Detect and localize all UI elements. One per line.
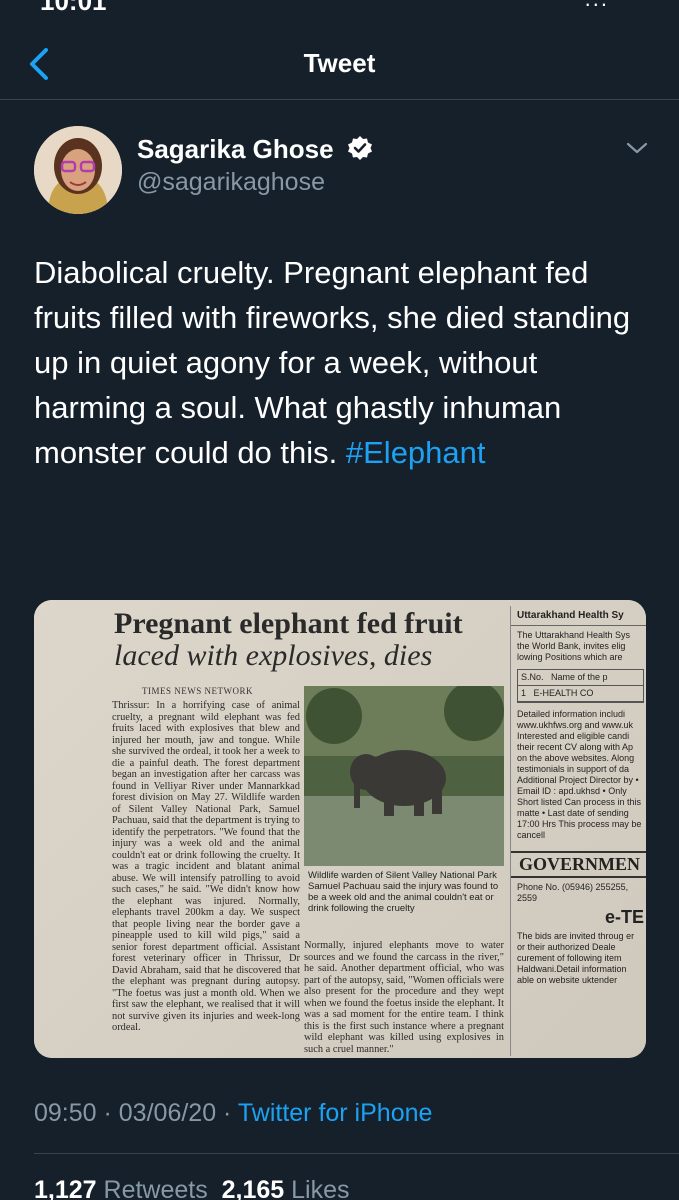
ad-header: Uttarakhand Health Sy [511, 606, 646, 626]
ad-row-number: 1 [521, 688, 527, 698]
tweet-date: 03/06/20 [118, 1099, 217, 1127]
ad-table: S.No. Name of the p 1 E-HEALTH CO [517, 669, 644, 703]
chevron-down-icon [626, 142, 648, 154]
tweet-image[interactable]: Pregnant elephant fed fruit laced with e… [34, 600, 646, 1058]
newspaper-left-column: Thrissur: In a horrifying case of animal… [112, 700, 300, 1033]
retweets-count: 1,127 [34, 1176, 97, 1200]
tweet-header: Tweet [0, 20, 679, 100]
ad-phone: Phone No. (05946) 255255, 2559 [517, 882, 629, 903]
tweet-source-link[interactable]: Twitter for iPhone [238, 1099, 433, 1127]
ad-government-heading: GOVERNMEN [511, 851, 646, 878]
likes-label: Likes [291, 1176, 350, 1200]
retweets-stat[interactable]: 1,127 Retweets [34, 1176, 208, 1200]
status-signal: ... [585, 0, 609, 12]
likes-stat[interactable]: 2,165 Likes [222, 1176, 350, 1200]
tweet-time: 09:50 [34, 1099, 97, 1127]
ad-intro: The Uttarakhand Health Sys the World Ban… [517, 630, 631, 662]
elephant-photo [304, 681, 504, 866]
meta-separator: · [216, 1099, 238, 1127]
tweet-metadata: 09:50 · 03/06/20 · Twitter for iPhone [34, 1099, 432, 1128]
newspaper-middle-column: Normally, injured elephants move to wate… [304, 940, 504, 1055]
tweet-author: Sagarika Ghose @sagarikaghose [34, 126, 654, 226]
page-title: Tweet [303, 48, 376, 78]
meta-separator: · [96, 1099, 119, 1127]
photo-caption: Wildlife warden of Silent Valley Nationa… [308, 870, 499, 914]
tweet-body: Diabolical cruelty. Pregnant elephant fe… [34, 255, 631, 470]
likes-count: 2,165 [221, 1176, 285, 1200]
author-display-name[interactable]: Sagarika Ghose [137, 134, 373, 168]
status-bar: 10:01 ... [0, 0, 679, 16]
tweet-stats: 1,127 Retweets 2,165 Likes [34, 1176, 350, 1200]
ad-etender-heading: e-TE [604, 907, 644, 927]
retweets-label: Retweets [103, 1176, 208, 1200]
verified-badge-icon [347, 135, 373, 168]
ad-col-sno: S.No. [521, 672, 544, 682]
hashtag-link[interactable]: #Elephant [346, 435, 486, 470]
newspaper-byline: TIMES NEWS NETWORK [142, 686, 253, 696]
status-time: 10:01 [40, 0, 107, 16]
ad-row-value: E-HEALTH CO [533, 688, 594, 698]
newspaper-advertisement: Uttarakhand Health Sy The Uttarakhand He… [510, 606, 646, 1056]
divider [34, 1153, 679, 1154]
ad-table-header: S.No. Name of the p [518, 670, 643, 686]
headline-line-2: laced with explosives, dies [114, 639, 433, 672]
avatar-image [34, 126, 122, 214]
author-name-text: Sagarika Ghose [137, 134, 334, 164]
ad-col-name: Name of the p [551, 672, 608, 682]
ad-details: Detailed information includi www.ukhfws.… [517, 709, 642, 840]
tweet-text: Diabolical cruelty. Pregnant elephant fe… [34, 250, 654, 475]
ad-bids: The bids are invited throug er or their … [517, 931, 635, 985]
newspaper-headline: Pregnant elephant fed fruit laced with e… [114, 608, 504, 672]
headline-line-1: Pregnant elephant fed fruit [114, 607, 463, 640]
tweet-menu-button[interactable] [624, 138, 650, 158]
author-handle[interactable]: @sagarikaghose [137, 168, 325, 197]
ad-table-row: 1 E-HEALTH CO [518, 686, 643, 702]
avatar[interactable] [34, 126, 122, 214]
